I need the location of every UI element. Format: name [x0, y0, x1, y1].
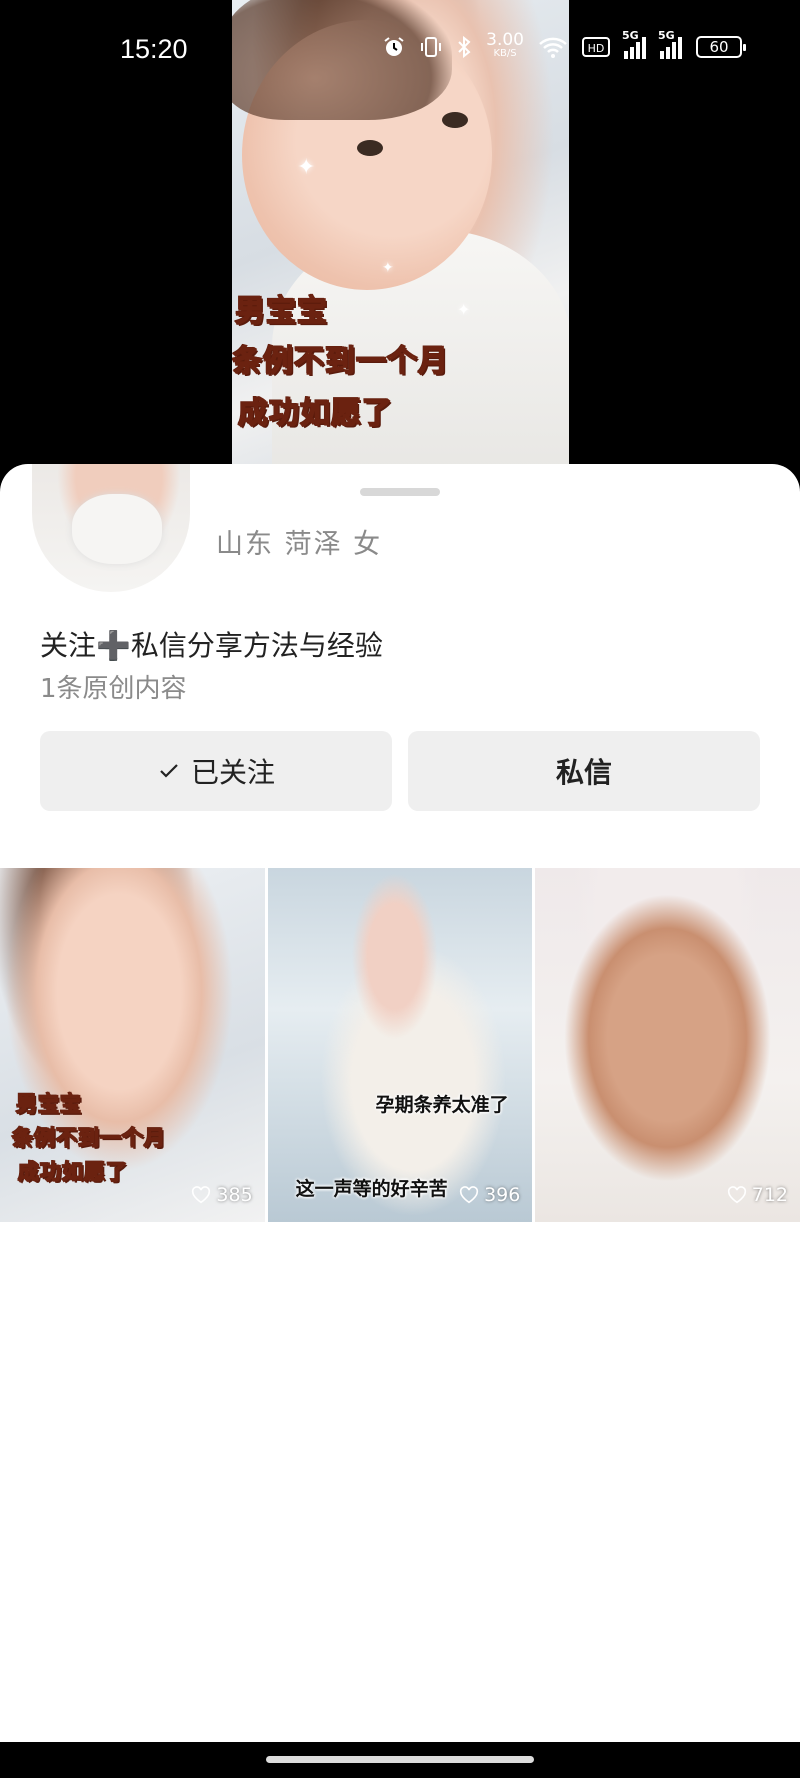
- video-caption-line: 成功如愿了: [237, 395, 393, 432]
- video-caption-line: 条例不到一个月: [232, 343, 449, 380]
- signal-strength-sim2: 5G: [658, 29, 682, 59]
- status-icons: 3.00 KB/S HD 5G 5G 60: [382, 29, 746, 60]
- sim1-network-type: 5G: [622, 29, 639, 42]
- hd-icon: HD: [582, 37, 610, 57]
- follow-button[interactable]: 已关注: [40, 731, 392, 811]
- profile-sheet: 山东 菏泽 女 关注➕私信分享方法与经验 1条原创内容 已关注 私信 男宝宝 条…: [0, 464, 800, 1778]
- like-count-value: 712: [751, 1184, 789, 1206]
- user-bio: 关注➕私信分享方法与经验: [40, 629, 383, 662]
- like-count: 385: [191, 1184, 253, 1206]
- heart-icon: [727, 1186, 746, 1204]
- original-content-count: 1条原创内容: [40, 674, 187, 704]
- message-button-label: 私信: [555, 756, 612, 789]
- home-indicator[interactable]: [266, 1756, 534, 1763]
- system-nav-bar: [0, 1742, 800, 1778]
- post-thumbnail[interactable]: 孕期条养太准了 这一声等的好辛苦 396: [267, 868, 533, 1222]
- post-thumbnail[interactable]: 男宝宝 条例不到一个月 成功如愿了 385: [0, 868, 265, 1222]
- bluetooth-icon: [458, 35, 471, 59]
- post-caption-line: 这一声等的好辛苦: [295, 1178, 448, 1200]
- sparkle-icon: ✦: [297, 155, 316, 180]
- avatar[interactable]: [32, 464, 190, 592]
- signal-strength-sim1: 5G: [622, 29, 646, 59]
- network-speed: 3.00 KB/S: [486, 30, 524, 60]
- vibrate-icon: [421, 37, 442, 57]
- net-speed-unit: KB/S: [493, 48, 517, 59]
- posts-grid: 男宝宝 条例不到一个月 成功如愿了 385 孕期条养太准了 这一声等的好辛苦 3…: [0, 868, 800, 1222]
- like-count: 396: [459, 1184, 520, 1206]
- post-caption-line: 条例不到一个月: [11, 1125, 166, 1151]
- like-count-value: 385: [216, 1184, 253, 1206]
- post-caption-line: 孕期条养太准了: [375, 1094, 509, 1116]
- battery-indicator: 60: [696, 36, 746, 58]
- post-caption-line: 男宝宝: [15, 1091, 82, 1117]
- wifi-icon: [539, 37, 567, 58]
- follow-button-label: 已关注: [190, 756, 275, 789]
- check-icon: [160, 764, 178, 778]
- post-caption-line: 成功如愿了: [17, 1159, 128, 1185]
- post-thumbnail[interactable]: 712: [535, 868, 800, 1222]
- like-count: 712: [727, 1184, 788, 1206]
- sparkle-icon: ✦: [382, 260, 394, 276]
- eye-graphic: [357, 140, 383, 156]
- status-bar: 15:20 3.00 KB/S HD 5G 5G 60: [0, 0, 800, 100]
- user-location: 山东 菏泽 女: [216, 529, 383, 560]
- sparkle-icon: ✦: [457, 300, 471, 319]
- sheet-drag-handle[interactable]: [360, 488, 440, 496]
- like-count-value: 396: [484, 1184, 521, 1206]
- heart-icon: [192, 1186, 211, 1204]
- status-time: 15:20: [120, 34, 188, 64]
- svg-text:HD: HD: [588, 42, 605, 55]
- heart-icon: [459, 1186, 479, 1204]
- message-button[interactable]: 私信: [408, 731, 760, 811]
- alarm-icon: [384, 37, 404, 56]
- video-caption-line: 男宝宝: [234, 293, 328, 330]
- sim2-network-type: 5G: [658, 29, 675, 42]
- eye-graphic: [442, 112, 468, 128]
- net-speed-value: 3.00: [486, 30, 524, 50]
